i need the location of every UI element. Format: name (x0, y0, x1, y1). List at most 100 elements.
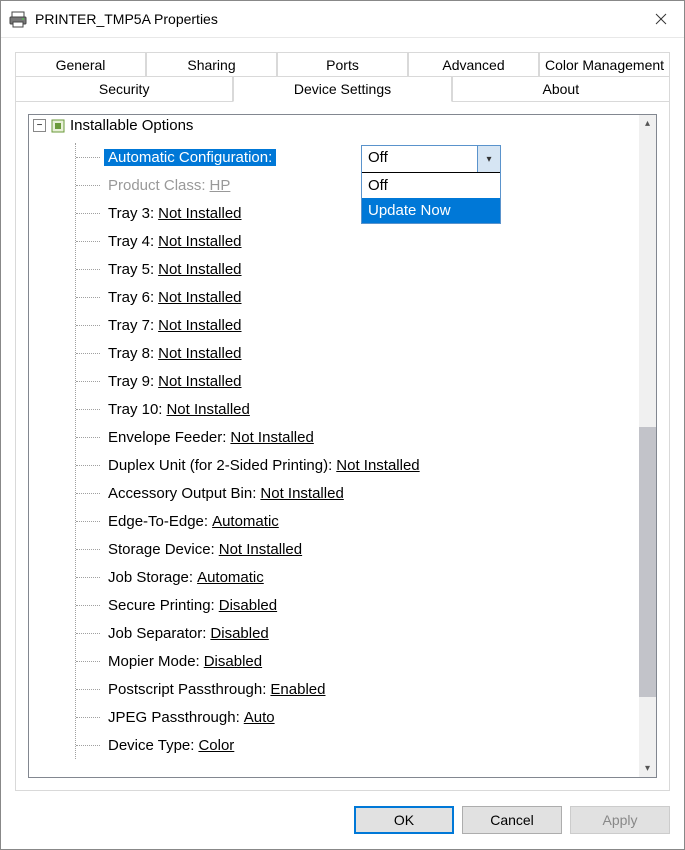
tree-item-value[interactable]: Auto (244, 709, 275, 726)
close-icon (655, 13, 667, 25)
tab-strip: General Sharing Ports Advanced Color Man… (15, 52, 670, 102)
tree-item-label: Tray 4: (108, 233, 154, 250)
tree-item[interactable]: Automatic Configuration: (76, 143, 622, 171)
tree-item-label: Tray 9: (108, 373, 154, 390)
tree-item[interactable]: Job Separator: Disabled (76, 619, 622, 647)
printer-icon (9, 10, 27, 28)
dialog-footer: OK Cancel Apply (1, 791, 684, 849)
tree-item-value[interactable]: Automatic (212, 513, 279, 530)
dropdown-option-off[interactable]: Off (362, 173, 500, 198)
properties-dialog: PRINTER_TMP5A Properties General Sharing… (0, 0, 685, 850)
collapse-icon[interactable]: − (33, 119, 46, 132)
tree-item-label: Tray 6: (108, 289, 154, 306)
scrollbar-thumb[interactable] (639, 427, 656, 697)
tree-root-installable-options[interactable]: − Installable Options (29, 117, 639, 134)
tab-about[interactable]: About (452, 76, 670, 102)
tree-item[interactable]: Tray 10: Not Installed (76, 395, 622, 423)
tree-item[interactable]: Tray 4: Not Installed (76, 227, 622, 255)
tree-item-value[interactable]: Not Installed (158, 345, 241, 362)
tree-item[interactable]: Edge-To-Edge: Automatic (76, 507, 622, 535)
tree-item-label: Job Separator: (108, 625, 206, 642)
options-icon (50, 118, 66, 134)
tab-panel-device-settings: − Installable Options Automatic Configur… (15, 101, 670, 791)
tree-item[interactable]: Job Storage: Automatic (76, 563, 622, 591)
tree-item[interactable]: Mopier Mode: Disabled (76, 647, 622, 675)
scrollbar-track[interactable] (639, 132, 656, 760)
tree-item-value[interactable]: Not Installed (260, 485, 343, 502)
window-title: PRINTER_TMP5A Properties (35, 11, 638, 27)
tree-item-value[interactable]: Not Installed (158, 205, 241, 222)
tree-item[interactable]: Duplex Unit (for 2-Sided Printing): Not … (76, 451, 622, 479)
tree-item[interactable]: Storage Device: Not Installed (76, 535, 622, 563)
tree-item-value[interactable]: Not Installed (158, 317, 241, 334)
tree-item-label: Envelope Feeder: (108, 429, 226, 446)
tree-item-value[interactable]: Not Installed (158, 289, 241, 306)
tree-item-label: Accessory Output Bin: (108, 485, 256, 502)
tree-item-value[interactable]: Not Installed (219, 541, 302, 558)
tree-item-value[interactable]: Not Installed (166, 401, 249, 418)
tab-ports[interactable]: Ports (277, 52, 408, 77)
tree-item[interactable]: Tray 6: Not Installed (76, 283, 622, 311)
tree-item-label: JPEG Passthrough: (108, 709, 240, 726)
tree-item-label: Secure Printing: (108, 597, 215, 614)
tree-item-label: Edge-To-Edge: (108, 513, 208, 530)
tree-item[interactable]: Device Type: Color (76, 731, 622, 759)
tree-item-value[interactable]: Not Installed (230, 429, 313, 446)
tab-general[interactable]: General (15, 52, 146, 77)
tree-item-label: Automatic Configuration: (108, 149, 272, 166)
tab-security[interactable]: Security (15, 76, 233, 102)
chevron-down-icon[interactable]: ▾ (477, 146, 500, 172)
tree-item-label: Tray 8: (108, 345, 154, 362)
tab-color-management[interactable]: Color Management (539, 52, 670, 77)
ok-button[interactable]: OK (354, 806, 454, 834)
tree-item-value[interactable]: Disabled (219, 597, 277, 614)
scroll-down-icon[interactable]: ▾ (639, 760, 656, 777)
dropdown-option-update-now[interactable]: Update Now (362, 198, 500, 223)
tree-item-value[interactable]: Not Installed (158, 373, 241, 390)
tree-item-label: Mopier Mode: (108, 653, 200, 670)
tree-item-value[interactable]: Disabled (204, 653, 262, 670)
tree-item-label: Tray 7: (108, 317, 154, 334)
tab-device-settings[interactable]: Device Settings (233, 76, 451, 102)
tree-root-label: Installable Options (70, 117, 193, 134)
tree-item-value[interactable]: Not Installed (158, 261, 241, 278)
tree-item[interactable]: Tray 7: Not Installed (76, 311, 622, 339)
tree-item[interactable]: Tray 5: Not Installed (76, 255, 622, 283)
tree-item[interactable]: Accessory Output Bin: Not Installed (76, 479, 622, 507)
tree-item-value[interactable]: HP (210, 177, 231, 194)
titlebar: PRINTER_TMP5A Properties (1, 1, 684, 38)
tree-item-value[interactable]: Not Installed (336, 457, 419, 474)
tree-item-value[interactable]: Color (198, 737, 234, 754)
tree-item[interactable]: Postscript Passthrough: Enabled (76, 675, 622, 703)
close-button[interactable] (638, 1, 684, 37)
apply-button[interactable]: Apply (570, 806, 670, 834)
tree-item[interactable]: Product Class: HP (76, 171, 622, 199)
settings-tree: − Installable Options Automatic Configur… (28, 114, 657, 778)
tree-item-value[interactable]: Enabled (270, 681, 325, 698)
dropdown-list: Off Update Now (362, 172, 500, 223)
tree-item-value[interactable]: Disabled (210, 625, 268, 642)
vertical-scrollbar[interactable]: ▴ ▾ (639, 115, 656, 777)
automatic-configuration-dropdown[interactable]: Off ▾ Off Update Now (361, 145, 501, 224)
tree-item-value[interactable]: Automatic (197, 569, 264, 586)
tree-item[interactable]: Envelope Feeder: Not Installed (76, 423, 622, 451)
tree-item[interactable]: Tray 8: Not Installed (76, 339, 622, 367)
tree-item[interactable]: JPEG Passthrough: Auto (76, 703, 622, 731)
tree-item[interactable]: Tray 3: Not Installed (76, 199, 622, 227)
tree-item-label: Tray 3: (108, 205, 154, 222)
tree-item[interactable]: Secure Printing: Disabled (76, 591, 622, 619)
tree-item-label: Duplex Unit (for 2-Sided Printing): (108, 457, 332, 474)
tree-item-value[interactable]: Not Installed (158, 233, 241, 250)
tree-item[interactable]: Tray 9: Not Installed (76, 367, 622, 395)
tree-item-label: Job Storage: (108, 569, 193, 586)
tree-item-label: Product Class: (108, 177, 206, 194)
cancel-button[interactable]: Cancel (462, 806, 562, 834)
tab-advanced[interactable]: Advanced (408, 52, 539, 77)
tab-sharing[interactable]: Sharing (146, 52, 277, 77)
tree-item-label: Storage Device: (108, 541, 215, 558)
tree-item-label: Tray 10: (108, 401, 162, 418)
tree-item-label: Device Type: (108, 737, 194, 754)
dialog-body: General Sharing Ports Advanced Color Man… (1, 38, 684, 791)
scroll-up-icon[interactable]: ▴ (639, 115, 656, 132)
dropdown-current-value: Off (362, 146, 477, 172)
